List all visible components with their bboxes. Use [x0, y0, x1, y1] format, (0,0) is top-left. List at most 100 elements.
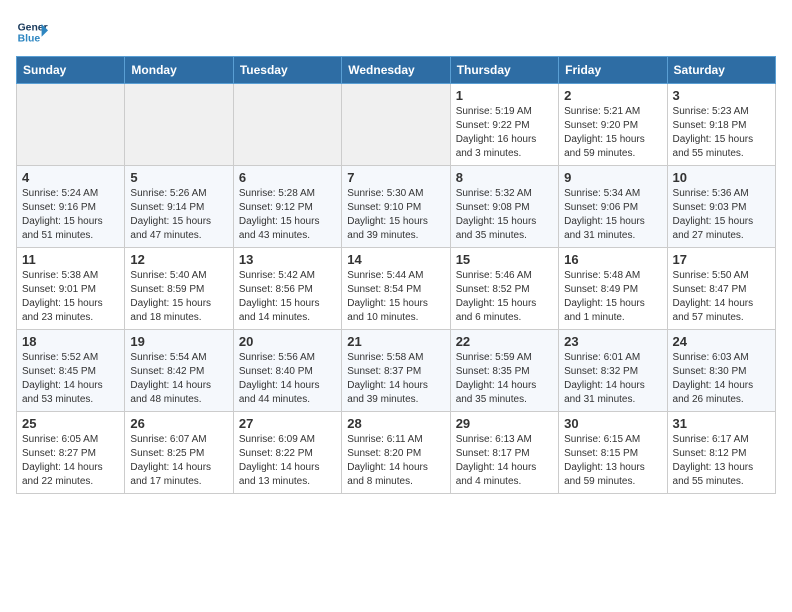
day-info: Sunrise: 6:15 AM Sunset: 8:15 PM Dayligh…	[564, 433, 661, 489]
calendar-week-5: 25 Sunrise: 6:05 AM Sunset: 8:27 PM Dayli…	[17, 412, 776, 494]
day-info: Sunrise: 5:46 AM Sunset: 8:52 PM Dayligh…	[456, 269, 553, 325]
calendar-cell: 22 Sunrise: 5:59 AM Sunset: 8:35 PM Dayli…	[450, 330, 558, 412]
calendar-cell: 23 Sunrise: 6:01 AM Sunset: 8:32 PM Dayli…	[559, 330, 667, 412]
day-number: 12	[130, 252, 227, 267]
day-info: Sunrise: 5:32 AM Sunset: 9:08 PM Dayligh…	[456, 187, 553, 243]
day-info: Sunrise: 5:36 AM Sunset: 9:03 PM Dayligh…	[673, 187, 770, 243]
calendar-week-2: 4Sunrise: 5:24 AM Sunset: 9:16 PM Daylig…	[17, 166, 776, 248]
calendar-week-3: 11 Sunrise: 5:38 AM Sunset: 9:01 PM Dayli…	[17, 248, 776, 330]
day-number: 25	[22, 416, 119, 431]
day-number: 13	[239, 252, 336, 267]
calendar-cell: 14 Sunrise: 5:44 AM Sunset: 8:54 PM Dayli…	[342, 248, 450, 330]
day-number: 2	[564, 88, 661, 103]
day-number: 29	[456, 416, 553, 431]
day-number: 9	[564, 170, 661, 185]
calendar-cell: 2 Sunrise: 5:21 AM Sunset: 9:20 PM Daylig…	[559, 84, 667, 166]
day-info: Sunrise: 5:58 AM Sunset: 8:37 PM Dayligh…	[347, 351, 444, 407]
day-info: Sunrise: 5:44 AM Sunset: 8:54 PM Dayligh…	[347, 269, 444, 325]
day-info: Sunrise: 6:17 AM Sunset: 8:12 PM Dayligh…	[673, 433, 770, 489]
calendar-cell: 3Sunrise: 5:23 AM Sunset: 9:18 PM Daylig…	[667, 84, 775, 166]
day-info: Sunrise: 5:21 AM Sunset: 9:20 PM Dayligh…	[564, 105, 661, 161]
day-info: Sunrise: 5:52 AM Sunset: 8:45 PM Dayligh…	[22, 351, 119, 407]
calendar-cell: 9 Sunrise: 5:34 AM Sunset: 9:06 PM Daylig…	[559, 166, 667, 248]
calendar-cell: 20 Sunrise: 5:56 AM Sunset: 8:40 PM Dayli…	[233, 330, 341, 412]
day-number: 1	[456, 88, 553, 103]
day-info: Sunrise: 5:23 AM Sunset: 9:18 PM Dayligh…	[673, 105, 770, 161]
day-number: 6	[239, 170, 336, 185]
day-number: 23	[564, 334, 661, 349]
day-info: Sunrise: 6:01 AM Sunset: 8:32 PM Dayligh…	[564, 351, 661, 407]
day-info: Sunrise: 5:59 AM Sunset: 8:35 PM Dayligh…	[456, 351, 553, 407]
weekday-header-tuesday: Tuesday	[233, 57, 341, 84]
calendar-cell: 13Sunrise: 5:42 AM Sunset: 8:56 PM Dayli…	[233, 248, 341, 330]
calendar-cell: 26 Sunrise: 6:07 AM Sunset: 8:25 PM Dayli…	[125, 412, 233, 494]
calendar-cell: 21 Sunrise: 5:58 AM Sunset: 8:37 PM Dayli…	[342, 330, 450, 412]
day-info: Sunrise: 5:38 AM Sunset: 9:01 PM Dayligh…	[22, 269, 119, 325]
calendar-cell: 29Sunrise: 6:13 AM Sunset: 8:17 PM Dayli…	[450, 412, 558, 494]
logo: General Blue	[16, 16, 48, 48]
day-number: 18	[22, 334, 119, 349]
weekday-header-thursday: Thursday	[450, 57, 558, 84]
day-number: 21	[347, 334, 444, 349]
day-number: 26	[130, 416, 227, 431]
weekday-header-saturday: Saturday	[667, 57, 775, 84]
calendar-cell: 11 Sunrise: 5:38 AM Sunset: 9:01 PM Dayli…	[17, 248, 125, 330]
calendar-cell: 7 Sunrise: 5:30 AM Sunset: 9:10 PM Daylig…	[342, 166, 450, 248]
day-info: Sunrise: 5:48 AM Sunset: 8:49 PM Dayligh…	[564, 269, 661, 325]
calendar-cell: 10 Sunrise: 5:36 AM Sunset: 9:03 PM Dayli…	[667, 166, 775, 248]
calendar-cell	[125, 84, 233, 166]
weekday-header-friday: Friday	[559, 57, 667, 84]
day-info: Sunrise: 5:50 AM Sunset: 8:47 PM Dayligh…	[673, 269, 770, 325]
day-number: 27	[239, 416, 336, 431]
day-info: Sunrise: 5:34 AM Sunset: 9:06 PM Dayligh…	[564, 187, 661, 243]
day-number: 15	[456, 252, 553, 267]
calendar-cell: 12 Sunrise: 5:40 AM Sunset: 8:59 PM Dayli…	[125, 248, 233, 330]
day-number: 16	[564, 252, 661, 267]
calendar-cell: 30 Sunrise: 6:15 AM Sunset: 8:15 PM Dayli…	[559, 412, 667, 494]
logo-icon: General Blue	[16, 16, 48, 48]
day-info: Sunrise: 6:09 AM Sunset: 8:22 PM Dayligh…	[239, 433, 336, 489]
day-info: Sunrise: 5:40 AM Sunset: 8:59 PM Dayligh…	[130, 269, 227, 325]
day-number: 19	[130, 334, 227, 349]
day-info: Sunrise: 6:05 AM Sunset: 8:27 PM Dayligh…	[22, 433, 119, 489]
calendar-cell: 17 Sunrise: 5:50 AM Sunset: 8:47 PM Dayli…	[667, 248, 775, 330]
day-number: 10	[673, 170, 770, 185]
day-number: 30	[564, 416, 661, 431]
calendar-table: SundayMondayTuesdayWednesdayThursdayFrid…	[16, 56, 776, 494]
day-info: Sunrise: 6:07 AM Sunset: 8:25 PM Dayligh…	[130, 433, 227, 489]
day-number: 11	[22, 252, 119, 267]
day-info: Sunrise: 6:11 AM Sunset: 8:20 PM Dayligh…	[347, 433, 444, 489]
svg-text:Blue: Blue	[18, 34, 41, 45]
calendar-cell	[17, 84, 125, 166]
day-number: 14	[347, 252, 444, 267]
weekday-header-monday: Monday	[125, 57, 233, 84]
day-info: Sunrise: 5:54 AM Sunset: 8:42 PM Dayligh…	[130, 351, 227, 407]
calendar-week-4: 18 Sunrise: 5:52 AM Sunset: 8:45 PM Dayli…	[17, 330, 776, 412]
calendar-cell: 6 Sunrise: 5:28 AM Sunset: 9:12 PM Daylig…	[233, 166, 341, 248]
day-info: Sunrise: 6:03 AM Sunset: 8:30 PM Dayligh…	[673, 351, 770, 407]
calendar-cell	[342, 84, 450, 166]
day-number: 31	[673, 416, 770, 431]
day-number: 7	[347, 170, 444, 185]
weekday-header-row: SundayMondayTuesdayWednesdayThursdayFrid…	[17, 57, 776, 84]
calendar-cell: 24 Sunrise: 6:03 AM Sunset: 8:30 PM Dayli…	[667, 330, 775, 412]
day-number: 4	[22, 170, 119, 185]
day-info: Sunrise: 5:28 AM Sunset: 9:12 PM Dayligh…	[239, 187, 336, 243]
page-header: General Blue	[16, 16, 776, 48]
day-number: 17	[673, 252, 770, 267]
day-info: Sunrise: 5:30 AM Sunset: 9:10 PM Dayligh…	[347, 187, 444, 243]
day-number: 22	[456, 334, 553, 349]
calendar-cell: 16 Sunrise: 5:48 AM Sunset: 8:49 PM Dayli…	[559, 248, 667, 330]
day-number: 24	[673, 334, 770, 349]
calendar-cell: 25 Sunrise: 6:05 AM Sunset: 8:27 PM Dayli…	[17, 412, 125, 494]
day-info: Sunrise: 5:26 AM Sunset: 9:14 PM Dayligh…	[130, 187, 227, 243]
calendar-cell: 28 Sunrise: 6:11 AM Sunset: 8:20 PM Dayli…	[342, 412, 450, 494]
calendar-cell: 19 Sunrise: 5:54 AM Sunset: 8:42 PM Dayli…	[125, 330, 233, 412]
day-number: 8	[456, 170, 553, 185]
calendar-cell: 1Sunrise: 5:19 AM Sunset: 9:22 PM Daylig…	[450, 84, 558, 166]
day-number: 20	[239, 334, 336, 349]
calendar-cell: 15 Sunrise: 5:46 AM Sunset: 8:52 PM Dayli…	[450, 248, 558, 330]
day-number: 28	[347, 416, 444, 431]
calendar-cell: 5Sunrise: 5:26 AM Sunset: 9:14 PM Daylig…	[125, 166, 233, 248]
day-info: Sunrise: 5:56 AM Sunset: 8:40 PM Dayligh…	[239, 351, 336, 407]
